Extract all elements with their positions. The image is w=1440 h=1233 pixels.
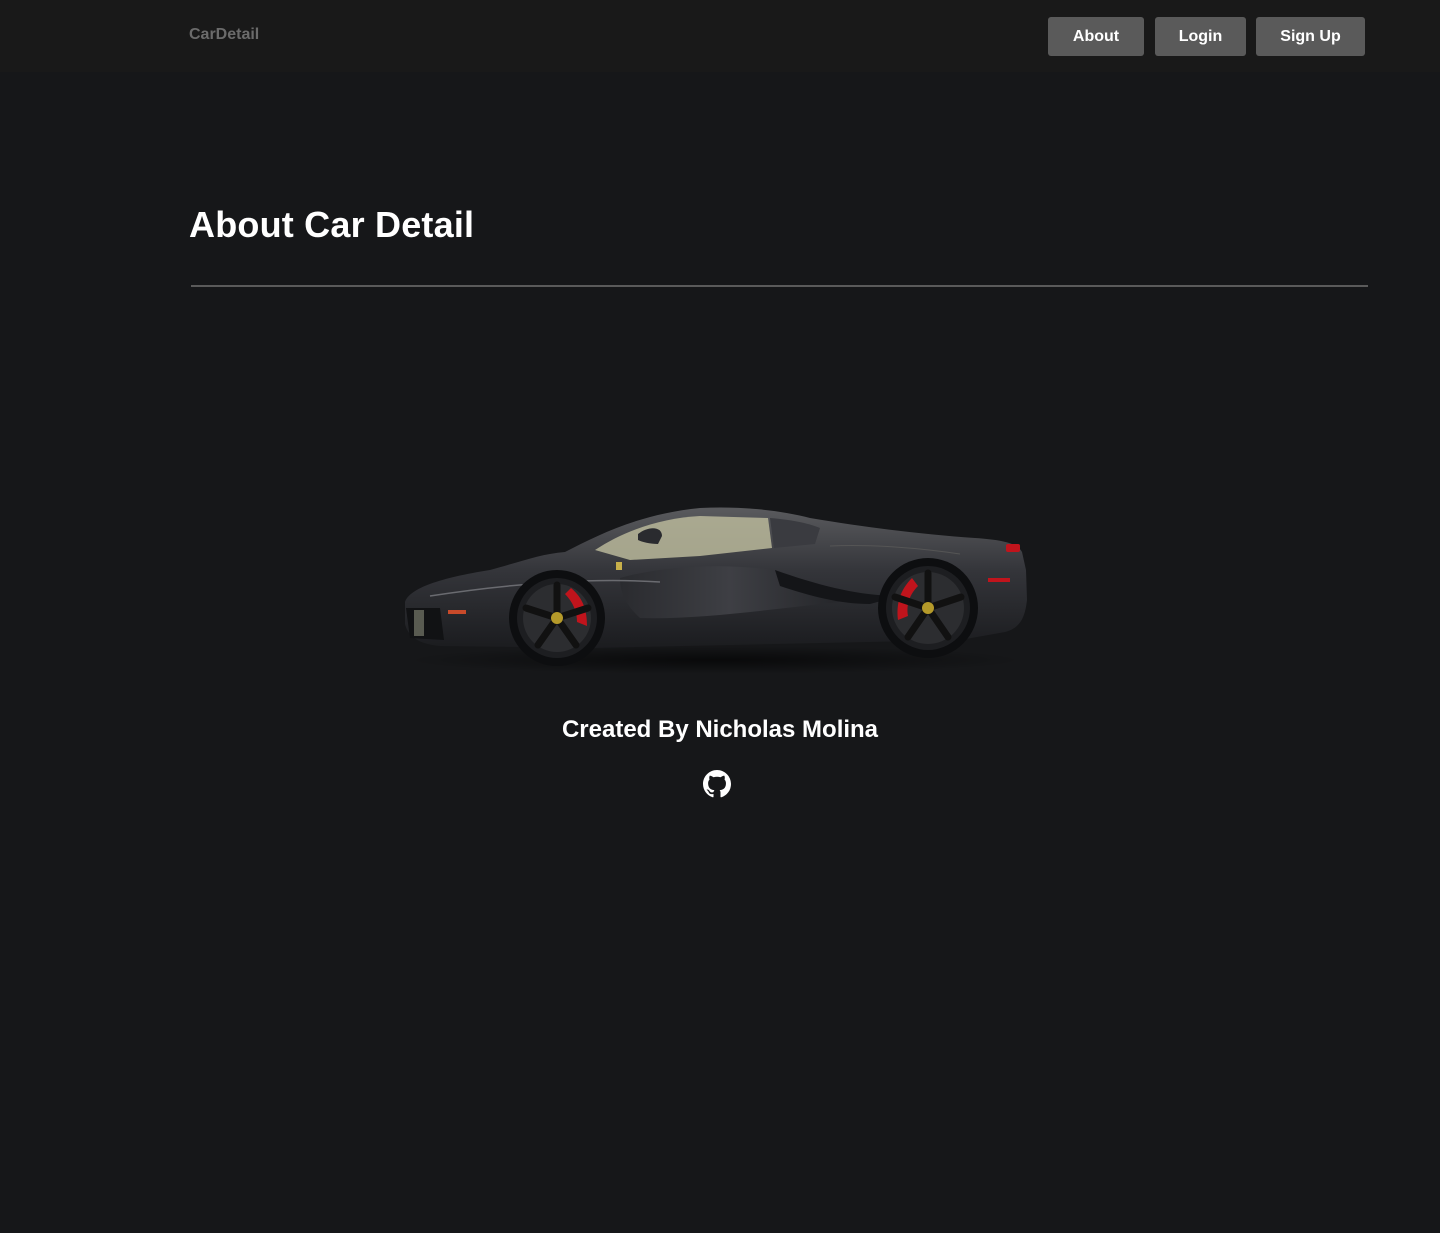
github-link[interactable] [703,770,731,798]
about-button[interactable]: About [1048,17,1144,56]
divider [191,285,1368,287]
login-button[interactable]: Login [1155,17,1246,56]
brand-logo[interactable]: CarDetail [189,26,259,44]
github-icon [703,770,731,798]
sign-up-button[interactable]: Sign Up [1256,17,1365,56]
navbar: CarDetail About Login Sign Up [0,0,1440,72]
sports-car-image [405,507,1027,674]
creator-credit: Created By Nicholas Molina [561,716,879,743]
page-title: About Car Detail [189,204,475,245]
